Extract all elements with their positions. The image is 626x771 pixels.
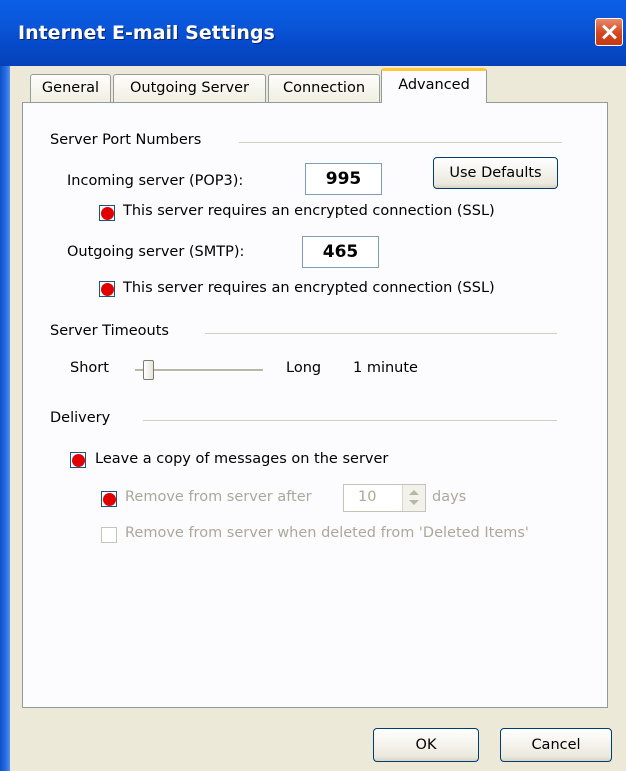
close-icon[interactable] bbox=[595, 18, 623, 46]
use-defaults-button[interactable]: Use Defaults bbox=[433, 157, 558, 189]
chevron-up-icon[interactable] bbox=[409, 490, 419, 495]
tab-advanced-label: Advanced bbox=[398, 77, 470, 93]
remove-after-days-value: 10 bbox=[358, 489, 377, 505]
chevron-down-icon[interactable] bbox=[409, 500, 419, 505]
tab-general-label: General bbox=[41, 80, 100, 96]
tab-outgoing-server[interactable]: Outgoing Server bbox=[113, 74, 266, 102]
check-mark-icon bbox=[101, 283, 114, 296]
cancel-button[interactable]: Cancel bbox=[500, 728, 612, 762]
section-server-timeouts: Server Timeouts bbox=[50, 323, 169, 339]
window-frame-left bbox=[0, 66, 10, 771]
divider bbox=[205, 333, 557, 334]
divider bbox=[239, 142, 562, 143]
incoming-ssl-label: This server requires an encrypted connec… bbox=[123, 203, 495, 219]
section-delivery: Delivery bbox=[50, 410, 111, 426]
timeout-slider-track[interactable] bbox=[135, 369, 263, 372]
tab-advanced[interactable]: Advanced bbox=[381, 68, 487, 103]
leave-copy-label: Leave a copy of messages on the server bbox=[95, 451, 389, 467]
check-mark-icon bbox=[72, 454, 85, 467]
days-label: days bbox=[432, 489, 467, 505]
stepper-arrows[interactable] bbox=[402, 485, 425, 511]
outgoing-ssl-checkbox[interactable] bbox=[99, 281, 115, 297]
remove-after-days-stepper[interactable]: 10 bbox=[343, 484, 426, 512]
timeout-slider-thumb[interactable] bbox=[143, 360, 154, 380]
remove-after-checkbox[interactable] bbox=[101, 491, 117, 507]
tab-connection[interactable]: Connection bbox=[268, 74, 380, 102]
outgoing-ssl-label: This server requires an encrypted connec… bbox=[123, 280, 495, 296]
incoming-server-label: Incoming server (POP3): bbox=[67, 173, 244, 189]
title-bar[interactable]: Internet E-mail Settings bbox=[0, 0, 626, 66]
section-server-port-numbers: Server Port Numbers bbox=[50, 132, 202, 148]
remove-deleted-label: Remove from server when deleted from 'De… bbox=[125, 525, 529, 541]
check-mark-icon bbox=[101, 207, 114, 220]
tab-connection-label: Connection bbox=[282, 80, 366, 96]
outgoing-server-label: Outgoing server (SMTP): bbox=[67, 244, 245, 260]
remove-after-label: Remove from server after bbox=[125, 489, 312, 505]
ok-button[interactable]: OK bbox=[373, 728, 479, 762]
tab-outgoing-server-label: Outgoing Server bbox=[130, 80, 249, 96]
incoming-ssl-checkbox[interactable] bbox=[99, 205, 115, 221]
divider bbox=[143, 420, 557, 421]
timeout-value: 1 minute bbox=[353, 360, 418, 376]
remove-deleted-checkbox[interactable] bbox=[101, 527, 117, 543]
long-label: Long bbox=[286, 360, 322, 376]
leave-copy-checkbox[interactable] bbox=[70, 452, 86, 468]
tab-general[interactable]: General bbox=[30, 74, 111, 102]
incoming-port-input[interactable]: 995 bbox=[305, 163, 382, 195]
check-mark-icon bbox=[103, 493, 116, 506]
outgoing-port-input[interactable]: 465 bbox=[302, 236, 379, 268]
window-title: Internet E-mail Settings bbox=[18, 22, 275, 44]
short-label: Short bbox=[70, 360, 109, 376]
